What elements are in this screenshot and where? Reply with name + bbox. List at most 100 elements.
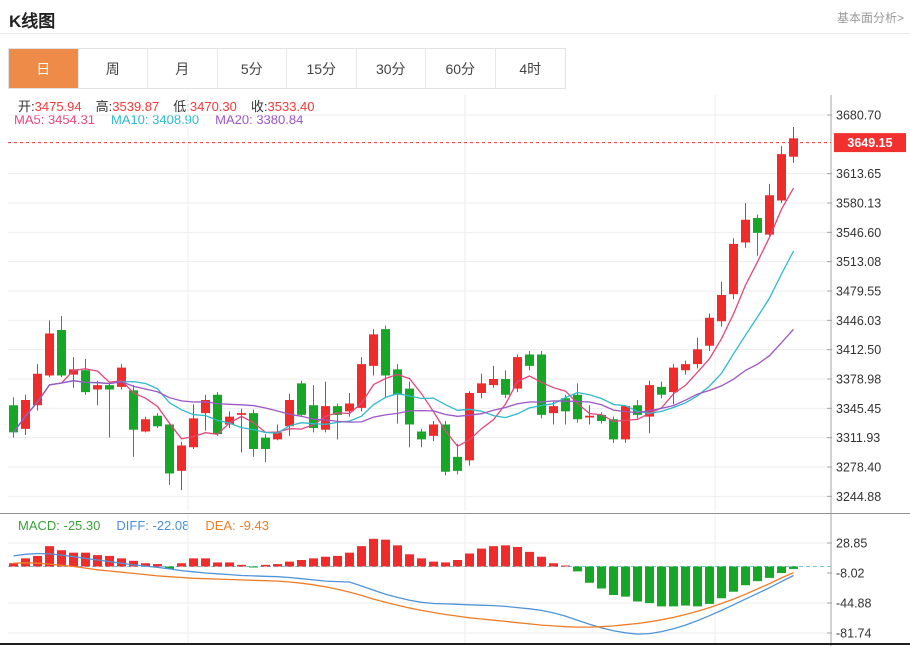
price-tick-label: 3680.70 [836, 109, 881, 123]
price-tick-label: 3244.88 [836, 490, 881, 504]
candle-body [573, 395, 582, 420]
candle-body [585, 416, 594, 418]
price-tick-label: 3446.03 [836, 314, 881, 328]
macd-bar [201, 558, 210, 566]
macd-bar [429, 562, 438, 567]
candle-body [549, 406, 558, 413]
candle-body [741, 220, 750, 243]
candle-body [693, 349, 702, 364]
candle-body [45, 333, 54, 375]
macd-bar [465, 553, 474, 566]
macd-bar [489, 546, 498, 566]
tab-period-3[interactable]: 5分 [218, 49, 288, 88]
candle-body [753, 218, 762, 233]
macd-bar [705, 567, 714, 604]
macd-bar [729, 567, 738, 592]
candle-body [129, 390, 138, 429]
macd-bar [153, 564, 162, 566]
candle-body [501, 379, 510, 395]
macd-bar [717, 567, 726, 599]
macd-bar [741, 567, 750, 586]
candle-body [141, 419, 150, 431]
macd-bar [645, 567, 654, 604]
macd-bar [417, 558, 426, 566]
kline-chart[interactable]: 3680.703613.653580.133546.603513.083479.… [0, 93, 910, 513]
macd-bar [549, 563, 558, 566]
price-tick-label: 3613.65 [836, 167, 881, 181]
candle-body [393, 369, 402, 394]
candle-body [717, 295, 726, 321]
macd-bar [513, 547, 522, 567]
macd-bar [381, 540, 390, 567]
macd-bar [657, 567, 666, 607]
candle-body [357, 364, 366, 408]
macd-tick-label: 28.85 [836, 537, 867, 551]
price-tick-label: 3278.40 [836, 461, 881, 475]
macd-bar [237, 565, 246, 567]
macd-bar [633, 567, 642, 602]
macd-bar [681, 567, 690, 606]
macd-bar [321, 557, 330, 567]
candle-body [153, 416, 162, 427]
tab-period-5[interactable]: 30分 [357, 49, 427, 88]
candle-body [93, 385, 102, 389]
candle-body [213, 395, 222, 434]
macd-bar [453, 560, 462, 567]
macd-bar [501, 545, 510, 566]
macd-bar [621, 567, 630, 597]
candle-body [489, 379, 498, 385]
macd-bar [345, 553, 354, 567]
macd-bar [693, 567, 702, 607]
macd-bar [297, 560, 306, 567]
macd-bar [597, 567, 606, 589]
price-tick-label: 3513.08 [836, 255, 881, 269]
macd-bar [477, 549, 486, 567]
macd-bar [69, 553, 78, 567]
macd-bar [777, 567, 786, 574]
candle-body [561, 398, 570, 411]
candle-body [609, 419, 618, 439]
macd-bar [249, 567, 258, 568]
candle-body [525, 354, 534, 365]
macd-bar [525, 552, 534, 567]
candle-body [57, 330, 66, 376]
candle-body [453, 457, 462, 471]
candle-body [657, 387, 666, 395]
candle-body [429, 424, 438, 435]
page-title: K线图 [9, 7, 55, 32]
tab-period-4[interactable]: 15分 [287, 49, 357, 88]
candle-body [177, 445, 186, 470]
macd-bar [561, 566, 570, 567]
candle-body [165, 424, 174, 473]
candle-body [777, 154, 786, 200]
macd-bar [273, 564, 282, 566]
candle-body [477, 383, 486, 393]
macd-bar [189, 558, 198, 566]
tab-period-6[interactable]: 60分 [426, 49, 496, 88]
macd-bar [57, 550, 66, 566]
macd-bar [393, 545, 402, 566]
candle-body [405, 389, 414, 425]
macd-bar [285, 562, 294, 567]
macd-tick-label: -8.02 [836, 567, 865, 581]
candle-body [297, 383, 306, 415]
macd-bar [573, 567, 582, 572]
tab-period-2[interactable]: 月 [148, 49, 218, 88]
candle-body [729, 244, 738, 294]
macd-bar [441, 562, 450, 566]
macd-bar [789, 567, 798, 569]
macd-bar [765, 567, 774, 578]
macd-bar [309, 558, 318, 566]
macd-chart[interactable]: 28.85-8.02-44.88-81.74 [0, 513, 910, 646]
fundamental-analysis-link[interactable]: 基本面分析> [837, 9, 904, 26]
macd-bar [405, 554, 414, 566]
tab-period-1[interactable]: 周 [79, 49, 149, 88]
tab-period-0[interactable]: 日 [9, 49, 79, 88]
candle-body [705, 318, 714, 346]
current-price-label: 3649.15 [847, 136, 892, 150]
macd-bar [357, 546, 366, 566]
candle-body [681, 364, 690, 370]
candle-body [465, 393, 474, 460]
tab-period-7[interactable]: 4时 [496, 49, 566, 88]
candle-body [249, 413, 258, 449]
